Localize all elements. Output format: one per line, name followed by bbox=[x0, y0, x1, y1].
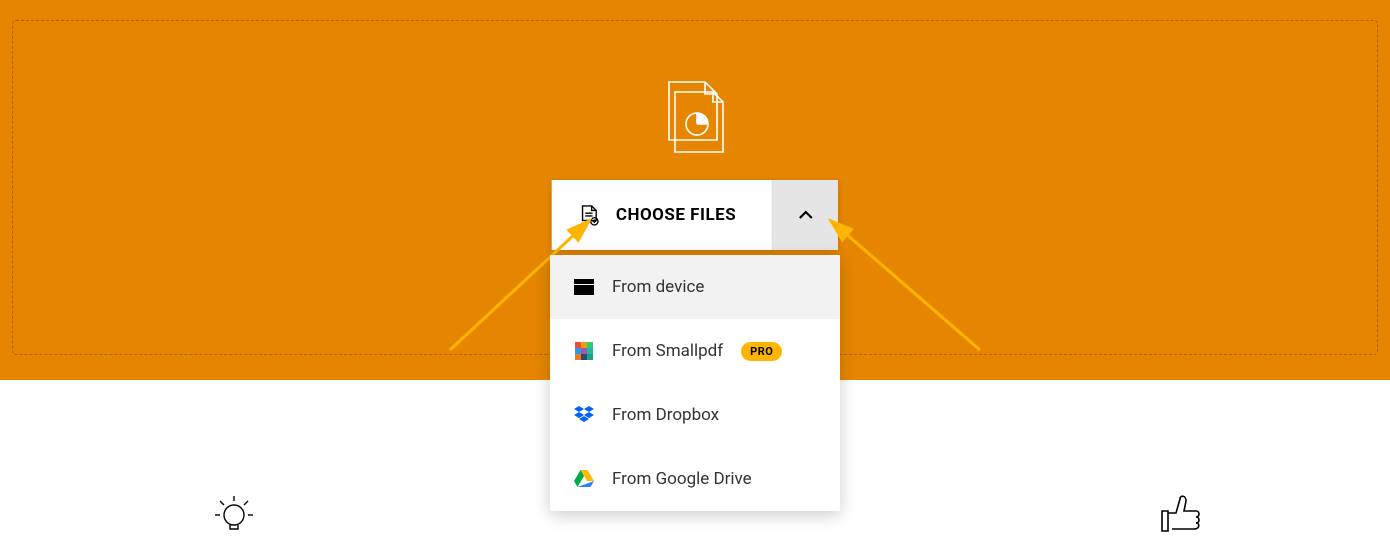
lightbulb-icon bbox=[212, 493, 256, 537]
dropdown-label: From Dropbox bbox=[612, 405, 719, 425]
google-drive-icon bbox=[574, 469, 594, 489]
file-add-icon bbox=[580, 205, 600, 225]
dropbox-icon bbox=[574, 405, 594, 425]
chevron-toggle-button[interactable] bbox=[772, 180, 838, 250]
choose-files-bar: CHOOSE FILES bbox=[552, 180, 838, 250]
dropdown-label: From Google Drive bbox=[612, 469, 752, 489]
dropdown-item-smallpdf[interactable]: From Smallpdf PRO bbox=[550, 319, 840, 383]
smallpdf-icon bbox=[574, 341, 594, 361]
dropdown-item-googledrive[interactable]: From Google Drive bbox=[550, 447, 840, 511]
choose-files-button[interactable]: CHOOSE FILES bbox=[552, 180, 772, 250]
dropdown-label: From device bbox=[612, 277, 704, 297]
pro-badge: PRO bbox=[741, 342, 782, 361]
thumbs-up-icon bbox=[1160, 493, 1202, 537]
dropdown-item-device[interactable]: From device bbox=[550, 255, 840, 319]
dropdown-item-dropbox[interactable]: From Dropbox bbox=[550, 383, 840, 447]
source-dropdown: From device From Smallpdf PRO From Dropb… bbox=[550, 255, 840, 511]
dropdown-label: From Smallpdf bbox=[612, 341, 723, 361]
folder-icon bbox=[574, 277, 594, 297]
choose-files-label: CHOOSE FILES bbox=[616, 205, 736, 225]
document-stack-icon bbox=[661, 80, 729, 164]
chevron-up-icon bbox=[797, 206, 815, 225]
